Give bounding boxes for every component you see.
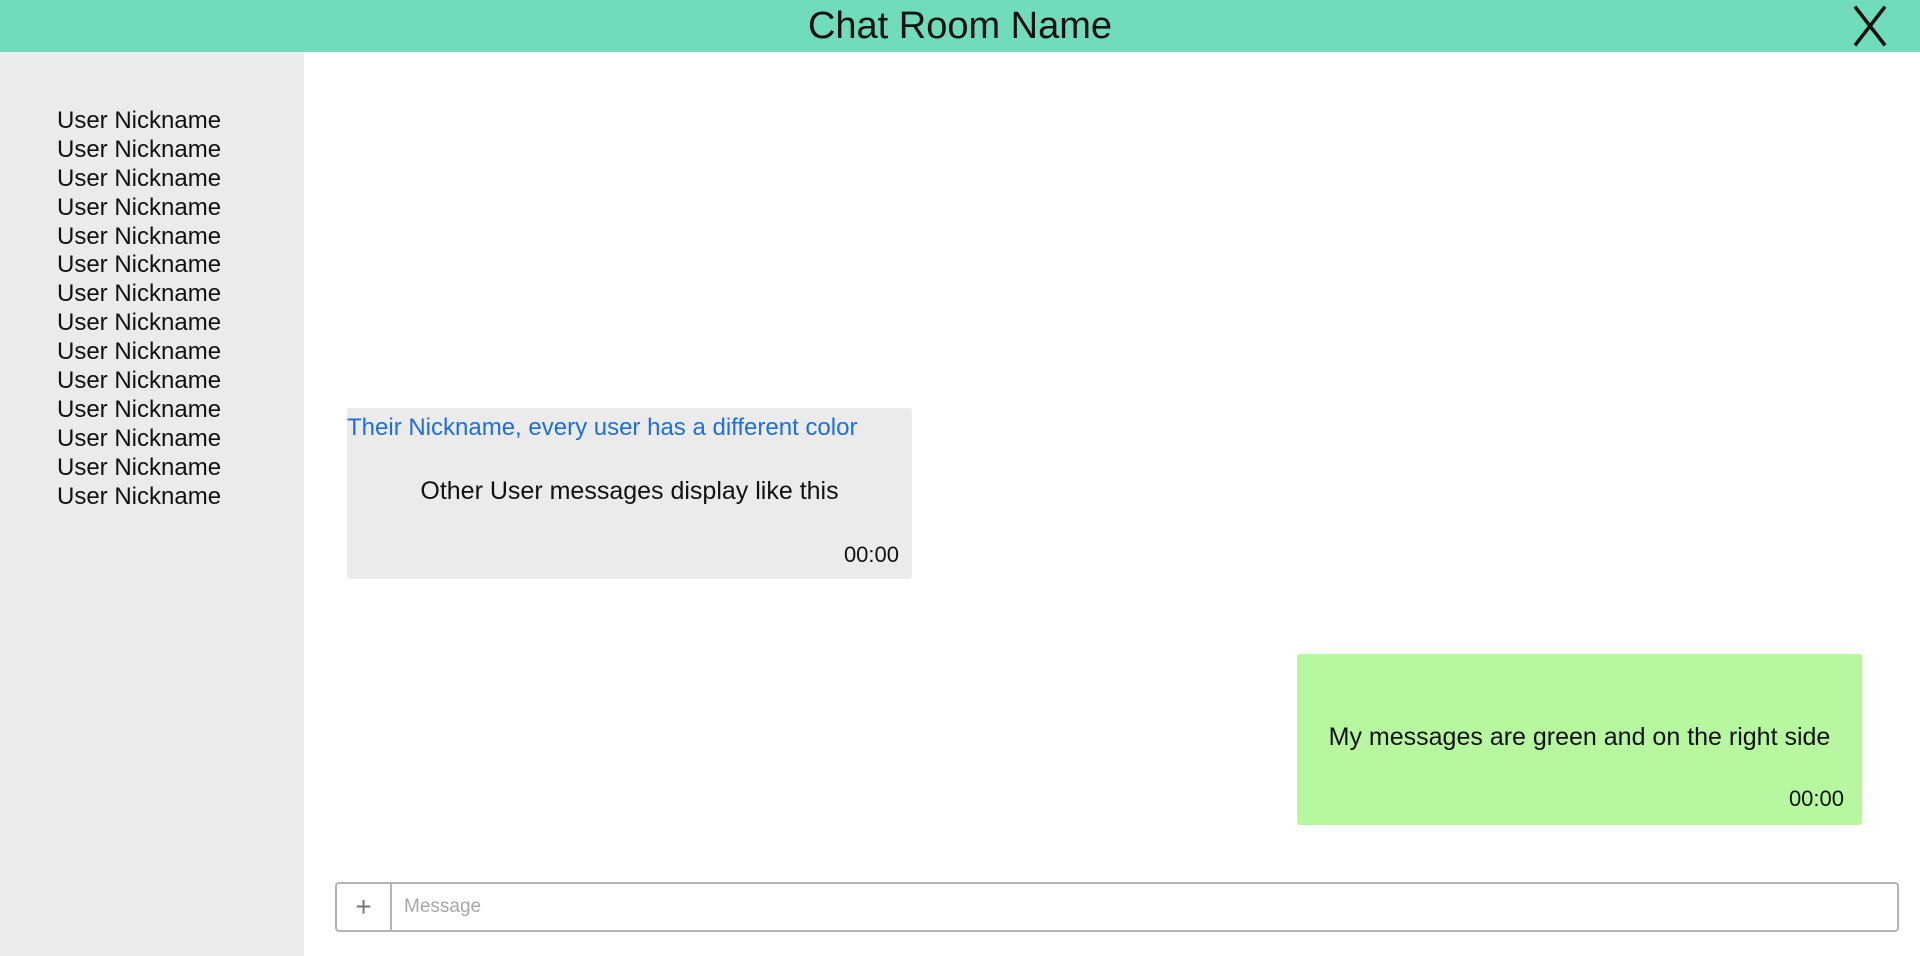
user-list-item[interactable]: User Nickname — [57, 367, 221, 396]
message-timestamp: 00:00 — [843, 542, 899, 567]
user-list-item[interactable]: User Nickname — [57, 107, 221, 136]
chat-header: Chat Room Name — [0, 0, 1920, 52]
close-button[interactable] — [1844, 0, 1896, 52]
user-list-item[interactable]: User Nickname — [57, 136, 221, 165]
message-sender-nickname: Their Nickname, every user has a differe… — [347, 414, 858, 441]
message-text: Other User messages display like this — [420, 477, 839, 505]
user-list-item[interactable]: User Nickname — [57, 483, 221, 512]
user-list-sidebar: User Nickname User Nickname User Nicknam… — [0, 52, 304, 956]
user-list-item[interactable]: User Nickname — [57, 425, 221, 454]
plus-icon: + — [355, 891, 372, 922]
my-message-bubble: My messages are green and on the right s… — [1297, 654, 1862, 825]
user-list-item[interactable]: User Nickname — [57, 396, 221, 425]
user-list-item[interactable]: User Nickname — [57, 194, 221, 223]
close-icon — [1853, 5, 1887, 47]
user-list-item[interactable]: User Nickname — [57, 338, 221, 367]
other-user-message-bubble: Their Nickname, every user has a differe… — [347, 408, 912, 579]
user-list-item[interactable]: User Nickname — [57, 223, 221, 252]
message-text: My messages are green and on the right s… — [1328, 723, 1831, 751]
user-list-item[interactable]: User Nickname — [57, 309, 221, 338]
user-list-item[interactable]: User Nickname — [57, 280, 221, 309]
message-composer: + — [335, 882, 1899, 932]
user-list: User Nickname User Nickname User Nicknam… — [57, 107, 221, 511]
message-input[interactable] — [392, 884, 1897, 930]
user-list-item[interactable]: User Nickname — [57, 454, 221, 483]
chat-room-title: Chat Room Name — [807, 5, 1113, 47]
message-timestamp: 00:00 — [1788, 786, 1844, 811]
user-list-item[interactable]: User Nickname — [57, 165, 221, 194]
attach-button[interactable]: + — [337, 884, 392, 930]
user-list-item[interactable]: User Nickname — [57, 251, 221, 280]
